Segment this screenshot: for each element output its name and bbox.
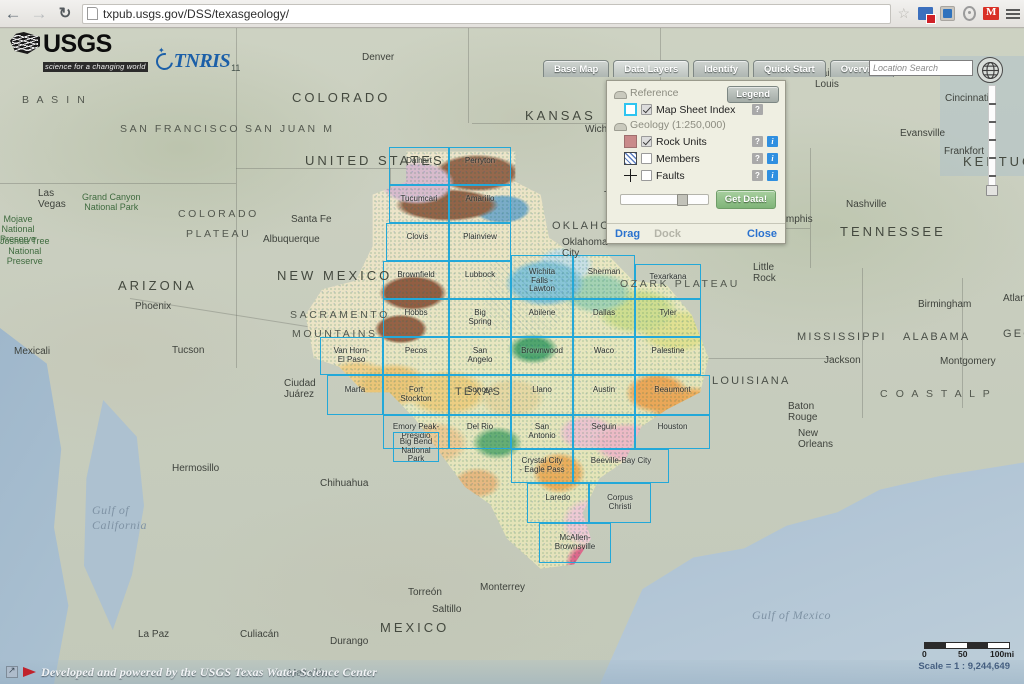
close-link[interactable]: Close [747,228,777,240]
state-border [810,148,811,268]
help-icon[interactable]: ? [752,153,763,164]
collapse-toggle-icon[interactable] [614,89,625,97]
layer-checkbox-faults[interactable] [641,170,652,181]
opacity-slider[interactable] [620,194,709,205]
gray-square-extension-icon[interactable] [936,3,958,25]
usgs-tagline: science for a changing world [43,62,148,72]
layer-label: Faults [656,170,748,182]
data-layers-panel: Legend Reference Map Sheet Index? Geology … [606,80,786,244]
url-text: txpub.usgs.gov/DSS/texasgeology/ [103,7,289,21]
state-border [468,28,469,123]
panel-footer: Drag Dock Close [607,223,785,243]
page-icon [87,7,98,20]
tab-quick-start[interactable]: Quick Start [753,60,826,77]
help-icon[interactable]: ? [752,170,763,181]
layer-swatch-blue-hatch-icon [624,152,637,165]
layer-checkbox-map-sheet-index[interactable] [641,104,652,115]
tab-bar: Base MapData LayersIdentifyQuick StartOv… [543,60,894,77]
hamburger-menu-icon[interactable] [1002,3,1024,25]
zoom-tick [989,103,996,105]
back-arrow-icon[interactable]: ← [0,1,26,27]
location-search-input[interactable]: Location Search [869,60,973,76]
state-border [236,258,237,368]
layer-group-title: Geology (1:250,000) [630,119,726,131]
tnris-subtext: 11 [231,63,240,73]
tab-base-map[interactable]: Base Map [543,60,609,77]
tnris-swoosh-icon [152,50,176,74]
usgs-wave-icon [10,32,40,54]
layer-row: Faults? i [624,168,778,183]
gmail-icon[interactable] [980,3,1002,25]
globe-icon[interactable] [977,57,1003,83]
browser-toolbar: ← → ↻ txpub.usgs.gov/DSS/texasgeology/ ☆ [0,0,1024,28]
layer-row: Map Sheet Index? [624,102,778,117]
layer-group-header[interactable]: Geology (1:250,000) [614,119,778,131]
zoom-tick [989,139,996,141]
collapse-toggle-icon[interactable] [614,121,625,129]
dock-link: Dock [654,228,681,240]
state-border [862,268,863,418]
external-link-icon[interactable] [6,666,18,678]
footer-credit-text: Developed and powered by the USGS Texas … [41,665,377,680]
layer-checkbox-members[interactable] [641,153,652,164]
scale-bar [924,642,1010,649]
state-border [0,28,1024,29]
reload-icon[interactable]: ↻ [52,1,78,27]
location-search-placeholder: Location Search [873,63,938,73]
layer-label: Map Sheet Index [656,104,748,116]
tnris-wordmark: TNRIS [174,50,230,73]
scale-tick-labels: 050100mi [910,649,1010,660]
layer-checkbox-rock-units[interactable] [641,136,652,147]
layer-label: Members [656,153,748,165]
opacity-controls-row: Get Data! [620,190,776,209]
site-logos: USGS science for a changing world TNRIS … [10,32,240,73]
scale-tick-label: 50 [958,649,967,659]
forward-arrow-icon[interactable]: → [26,1,52,27]
zoom-slider-handle[interactable] [986,185,998,196]
get-data-button[interactable]: Get Data! [716,190,776,209]
help-icon[interactable]: ? [752,104,763,115]
layer-swatch-solid-rose-icon [624,135,637,148]
state-border [0,183,236,184]
usgs-logo[interactable]: USGS science for a changing world [10,32,148,73]
data-layers-panel-body: Legend Reference Map Sheet Index? Geology … [607,81,785,222]
state-border [700,358,830,359]
tab-data-layers[interactable]: Data Layers [613,60,689,77]
usgs-wordmark: USGS [43,32,148,57]
map-viewport[interactable]: DalhartPerrytonTucumcariAmarilloClovisPl… [0,28,1024,684]
zoom-tick [989,175,996,177]
drag-link[interactable]: Drag [615,228,640,240]
layer-row: Rock Units? i [624,134,778,149]
scale-tick-label: 100mi [990,649,1014,659]
opacity-slider-handle[interactable] [677,194,688,206]
info-icon[interactable]: i [767,153,778,164]
layer-group-title: Reference [630,87,678,99]
state-border [962,278,963,408]
help-icon[interactable]: ? [752,136,763,147]
tab-identify[interactable]: Identify [693,60,749,77]
red-arrow-icon [23,667,36,677]
info-icon[interactable]: i [767,170,778,181]
layer-row: Members? i [624,151,778,166]
footer-banner: Developed and powered by the USGS Texas … [0,660,1024,684]
zoom-tick [989,121,996,123]
address-bar[interactable]: txpub.usgs.gov/DSS/texasgeology/ [82,4,891,24]
zoom-slider[interactable] [986,85,998,193]
legend-button[interactable]: Legend [727,86,779,103]
layer-label: Rock Units [656,136,748,148]
bookmark-star-icon[interactable]: ☆ [897,5,910,22]
tnris-logo[interactable]: TNRIS 11 [156,50,241,73]
zoom-tick [989,157,996,159]
layer-swatch-outline-square-icon [624,103,637,116]
scale-tick-label: 0 [922,649,927,659]
location-pin-icon[interactable] [958,3,980,25]
blue-square-extension-icon[interactable] [914,3,936,25]
info-icon[interactable]: i [767,136,778,147]
layer-swatch-cross-symbol-icon [624,169,637,182]
